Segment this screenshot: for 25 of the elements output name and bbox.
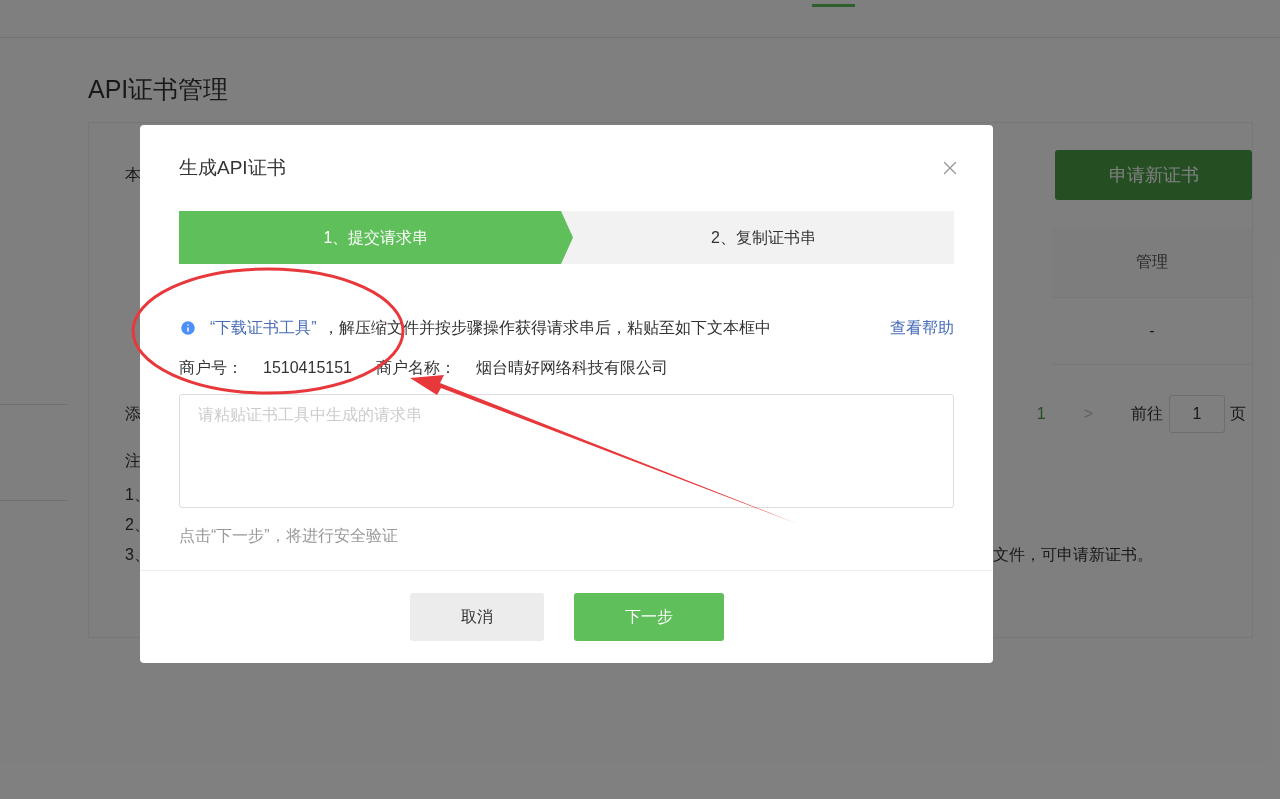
- cancel-button[interactable]: 取消: [409, 593, 544, 641]
- page-number[interactable]: 1: [1036, 402, 1046, 426]
- note-number: 1、: [125, 485, 150, 503]
- note-number: 2、: [125, 515, 150, 533]
- info-text: ，解压缩文件并按步骤操作获得请求串后，粘贴至如下文本框中: [322, 318, 771, 338]
- dialog-title: 生成API证书: [179, 155, 286, 180]
- goto-label: 前往: [1131, 404, 1163, 424]
- help-link[interactable]: 查看帮助: [890, 316, 954, 340]
- notes-title: 注: [125, 451, 142, 471]
- apply-button[interactable]: 申请新证书: [1055, 150, 1252, 200]
- field-value: 烟台晴好网络科技有限公司: [476, 358, 668, 378]
- field-value: 1510415151: [263, 358, 352, 378]
- field-label: 商户号：: [179, 358, 243, 378]
- page-title: API证书管理: [88, 74, 230, 104]
- add-text: 添: [125, 404, 141, 424]
- next-button[interactable]: 下一步: [573, 593, 724, 641]
- note-number: 3、: [125, 545, 150, 563]
- intro-text: 本: [125, 165, 141, 185]
- hint-text: 点击“下一步”，将进行安全验证: [179, 526, 399, 546]
- info-icon: [179, 319, 197, 337]
- table-cell: -: [1052, 298, 1252, 365]
- download-tool-link[interactable]: “下载证书工具”: [210, 316, 317, 340]
- page-unit: 页: [1230, 404, 1246, 424]
- note-text: 文件，可申请新证书。: [992, 545, 1153, 563]
- page-input[interactable]: 1: [1169, 395, 1225, 433]
